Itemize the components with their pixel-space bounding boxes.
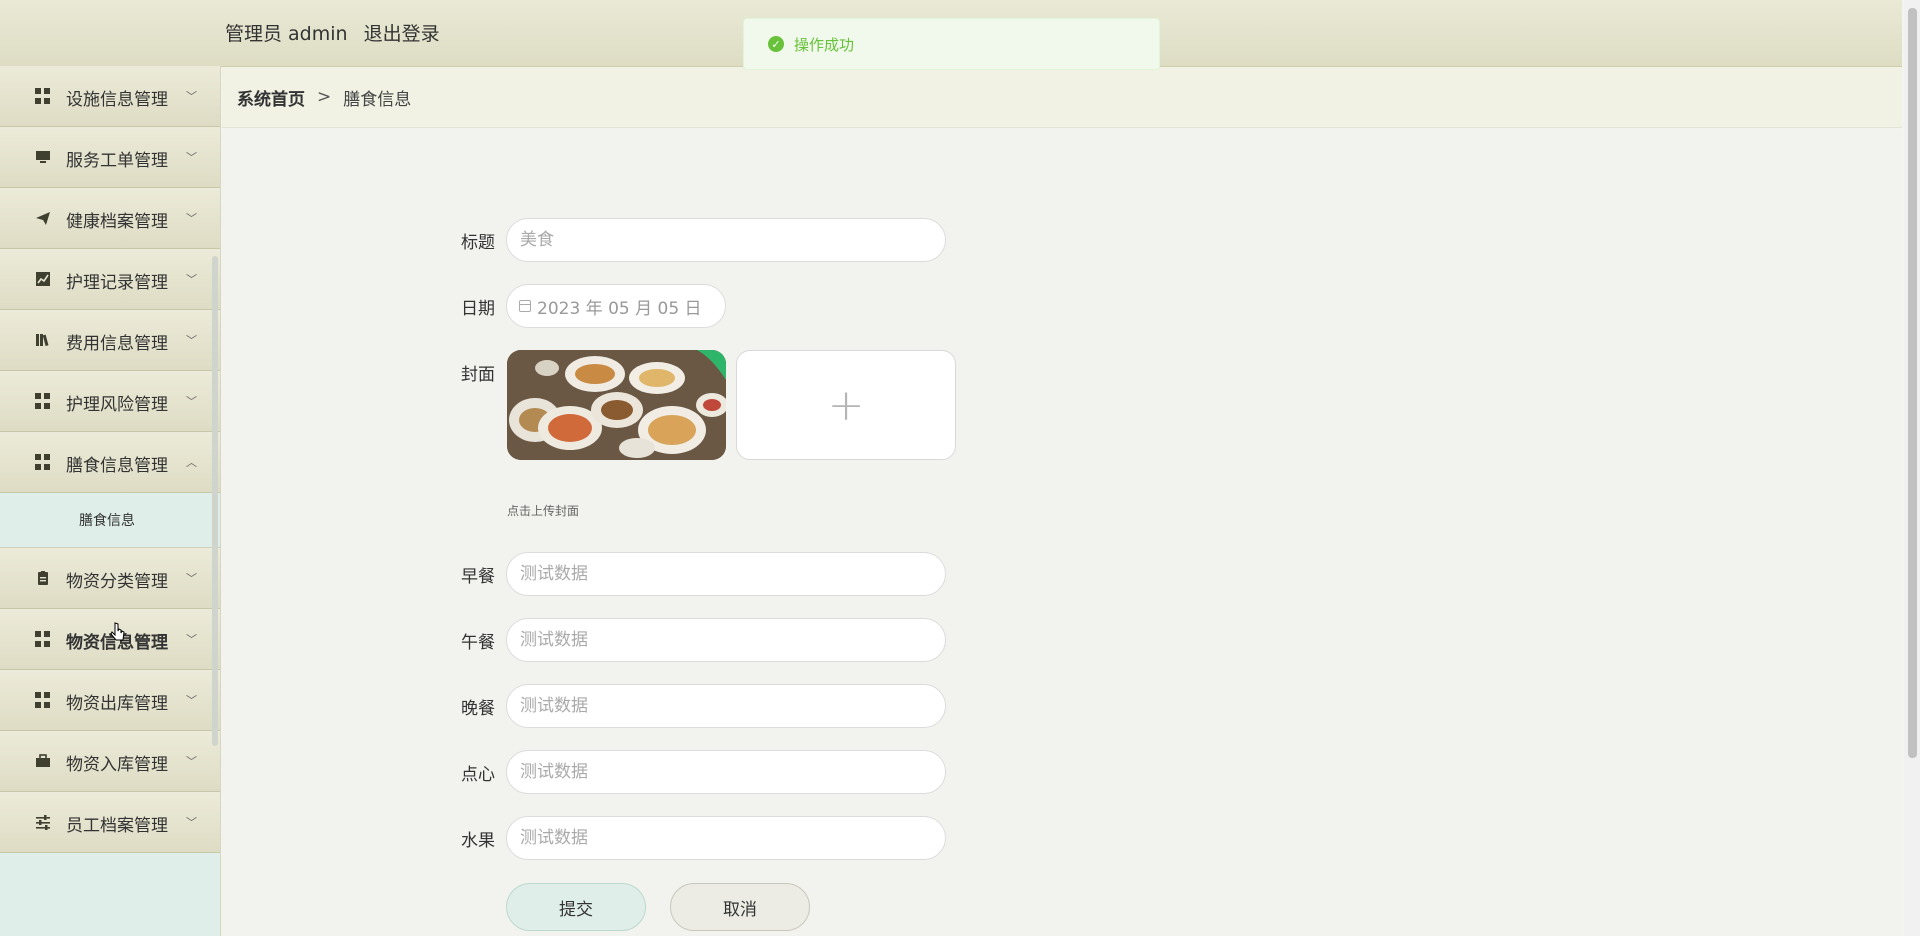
chevron-down-icon: ﹀ — [186, 151, 197, 164]
chart-icon — [35, 271, 51, 287]
clipboard-icon — [35, 570, 51, 586]
snack-row: 点心 — [455, 750, 946, 794]
sidebar-item-label: 费用信息管理 — [66, 334, 168, 354]
title-row: 标题 — [455, 218, 946, 262]
chevron-down-icon: ﹀ — [186, 395, 197, 408]
sidebar-item-staff-record[interactable]: 员工档案管理 ﹀ — [0, 792, 220, 853]
sidebar-item-fee[interactable]: 费用信息管理 ﹀ — [0, 310, 220, 371]
chevron-down-icon: ﹀ — [186, 90, 197, 103]
chevron-down-icon: ﹀ — [186, 694, 197, 707]
plus-icon: + — [827, 379, 865, 431]
sidebar-item-label: 物资入库管理 — [66, 755, 168, 775]
logout-link[interactable]: 退出登录 — [364, 23, 440, 45]
calendar-icon — [519, 300, 531, 312]
chevron-down-icon: ﹀ — [186, 816, 197, 829]
cover-image-thumbnail[interactable] — [507, 350, 726, 460]
submit-button[interactable]: 提交 — [506, 883, 646, 931]
sidebar-item-label: 物资出库管理 — [66, 694, 168, 714]
chevron-up-icon: ︿ — [186, 456, 197, 469]
sidebar-item-label: 员工档案管理 — [66, 816, 168, 836]
sidebar-item-material-inbound[interactable]: 物资入库管理 ﹀ — [0, 731, 220, 792]
cancel-button[interactable]: 取消 — [670, 883, 810, 931]
page-scrollbar-thumb[interactable] — [1908, 8, 1917, 758]
sidebar-item-material-category[interactable]: 物资分类管理 ﹀ — [0, 548, 220, 609]
upload-tip: 点击上传封面 — [507, 504, 580, 518]
upload-cover-button[interactable]: + — [736, 350, 956, 460]
cover-label: 封面 — [461, 365, 495, 385]
chevron-down-icon: ﹀ — [186, 755, 197, 768]
sidebar-subitem-diet-info[interactable]: 膳食信息 — [0, 493, 220, 548]
snack-input[interactable] — [506, 750, 946, 794]
header-user-area: 管理员 admin 退出登录 — [225, 19, 450, 46]
chevron-down-icon: ﹀ — [186, 212, 197, 225]
sidebar-item-service-order[interactable]: 服务工单管理 ﹀ — [0, 127, 220, 188]
grid-icon — [35, 692, 51, 708]
date-label: 日期 — [461, 298, 495, 319]
library-icon — [35, 332, 51, 348]
grid-icon — [35, 631, 51, 647]
fruit-input[interactable] — [506, 816, 946, 860]
sidebar-item-label: 服务工单管理 — [66, 151, 168, 171]
send-icon — [35, 210, 51, 226]
date-row: 日期 2023 年 05 月 05 日 — [455, 284, 726, 328]
sidebar-item-facility[interactable]: 设施信息管理 ﹀ — [0, 66, 220, 127]
sidebar-item-diet[interactable]: 膳食信息管理 ︿ — [0, 432, 220, 493]
chevron-down-icon: ﹀ — [186, 334, 197, 347]
date-value: 2023 年 05 月 05 日 — [537, 298, 702, 319]
sidebar: 设施信息管理 ﹀ 服务工单管理 ﹀ 健康档案管理 ﹀ 护理记录管理 ﹀ 费用信息… — [0, 66, 221, 936]
breadcrumb-home[interactable]: 系统首页 — [237, 85, 305, 110]
dinner-input[interactable] — [506, 684, 946, 728]
breakfast-input[interactable] — [506, 552, 946, 596]
sidebar-item-label: 护理记录管理 — [66, 273, 168, 293]
sliders-icon — [35, 814, 51, 830]
sidebar-item-label: 护理风险管理 — [66, 395, 168, 415]
date-picker[interactable]: 2023 年 05 月 05 日 — [506, 284, 726, 328]
sidebar-item-nursing-record[interactable]: 护理记录管理 ﹀ — [0, 249, 220, 310]
grid-icon — [35, 454, 51, 470]
grid-icon — [35, 88, 51, 104]
sidebar-menu: 设施信息管理 ﹀ 服务工单管理 ﹀ 健康档案管理 ﹀ 护理记录管理 ﹀ 费用信息… — [0, 66, 220, 853]
snack-label: 点心 — [461, 764, 495, 785]
sidebar-item-nursing-risk[interactable]: 护理风险管理 ﹀ — [0, 371, 220, 432]
dinner-label: 晚餐 — [461, 698, 495, 719]
fruit-row: 水果 — [455, 816, 946, 860]
sidebar-item-label: 健康档案管理 — [66, 212, 168, 232]
toast-message: 操作成功 — [794, 35, 855, 54]
admin-user-label: 管理员 admin — [225, 23, 348, 45]
chevron-down-icon: ﹀ — [186, 572, 197, 585]
sidebar-scrollbar[interactable] — [212, 256, 218, 746]
food-photo — [507, 350, 726, 460]
page-scrollbar[interactable] — [1904, 0, 1920, 936]
breakfast-label: 早餐 — [461, 566, 495, 587]
breadcrumb: 系统首页 > 膳食信息 — [222, 67, 1902, 128]
sidebar-item-label: 设施信息管理 — [66, 90, 168, 110]
sidebar-item-health-record[interactable]: 健康档案管理 ﹀ — [0, 188, 220, 249]
chevron-down-icon: ﹀ — [186, 273, 197, 286]
breakfast-row: 早餐 — [455, 552, 946, 596]
sidebar-item-label: 膳食信息管理 — [66, 456, 168, 476]
lunch-input[interactable] — [506, 618, 946, 662]
dinner-row: 晚餐 — [455, 684, 946, 728]
success-toast: ✓ 操作成功 — [743, 18, 1160, 70]
sidebar-item-material-outbound[interactable]: 物资出库管理 ﹀ — [0, 670, 220, 731]
breadcrumb-current: 膳食信息 — [343, 89, 412, 110]
check-circle-icon: ✓ — [768, 36, 784, 52]
title-input[interactable] — [506, 218, 946, 262]
sidebar-item-label: 物资分类管理 — [66, 572, 168, 592]
lunch-row: 午餐 — [455, 618, 946, 662]
title-label: 标题 — [461, 232, 495, 253]
chevron-down-icon: ﹀ — [186, 633, 197, 646]
grid-icon — [35, 393, 51, 409]
breadcrumb-separator: > — [317, 87, 332, 107]
lunch-label: 午餐 — [461, 632, 495, 653]
briefcase-icon — [35, 753, 51, 769]
monitor-icon — [35, 149, 51, 165]
fruit-label: 水果 — [461, 830, 495, 851]
